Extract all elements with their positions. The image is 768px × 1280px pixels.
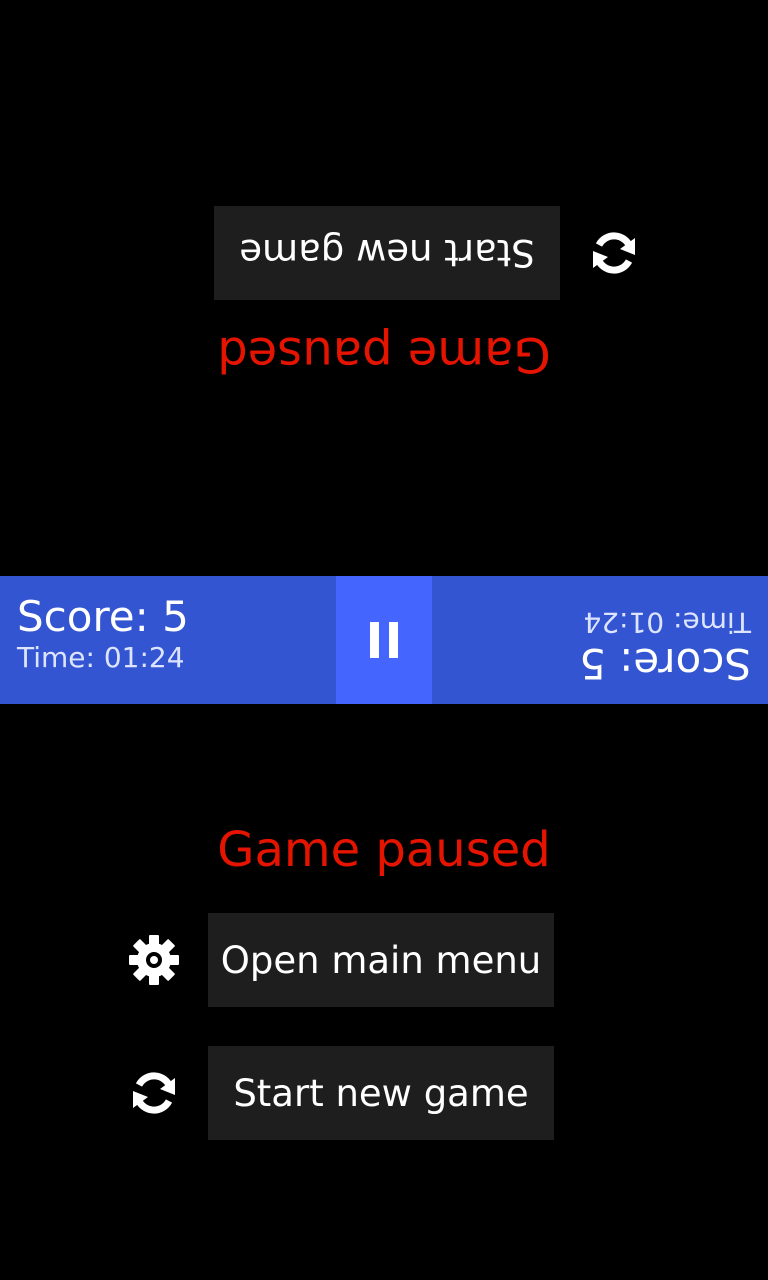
refresh-icon[interactable] xyxy=(128,1067,180,1119)
player1-time: Time: 01:24 xyxy=(17,641,185,675)
player1-score: Score: 5 xyxy=(17,592,189,641)
pause-panel: Game paused Open main menu Start new gam… xyxy=(0,704,768,1280)
player2-time: Time: 01:24 xyxy=(583,605,751,639)
player1-stats: Score: 5 Time: 01:24 xyxy=(17,592,189,677)
refresh-icon[interactable] xyxy=(588,227,640,279)
opponent-start-new-game-button[interactable]: Start new game xyxy=(214,206,560,300)
opponent-paused-title: Game paused xyxy=(217,326,551,382)
status-bar: Score: 5 Time: 01:24 Score: 5 Time: 01:2… xyxy=(0,576,768,704)
opponent-pause-panel: Game paused Start new game xyxy=(0,0,768,576)
start-new-game-button[interactable]: Start new game xyxy=(208,1046,554,1140)
pause-icon xyxy=(370,622,398,658)
open-main-menu-button[interactable]: Open main menu xyxy=(208,913,554,1007)
game-screen: Game paused Start new game Score: 5 Time… xyxy=(0,0,768,1280)
paused-title: Game paused xyxy=(217,822,551,878)
player2-stats: Score: 5 Time: 01:24 xyxy=(579,603,751,688)
player2-stats-container: Score: 5 Time: 01:24 xyxy=(432,576,768,704)
pause-button[interactable] xyxy=(336,576,432,704)
player2-score: Score: 5 xyxy=(579,639,751,688)
gear-icon[interactable] xyxy=(128,934,180,986)
